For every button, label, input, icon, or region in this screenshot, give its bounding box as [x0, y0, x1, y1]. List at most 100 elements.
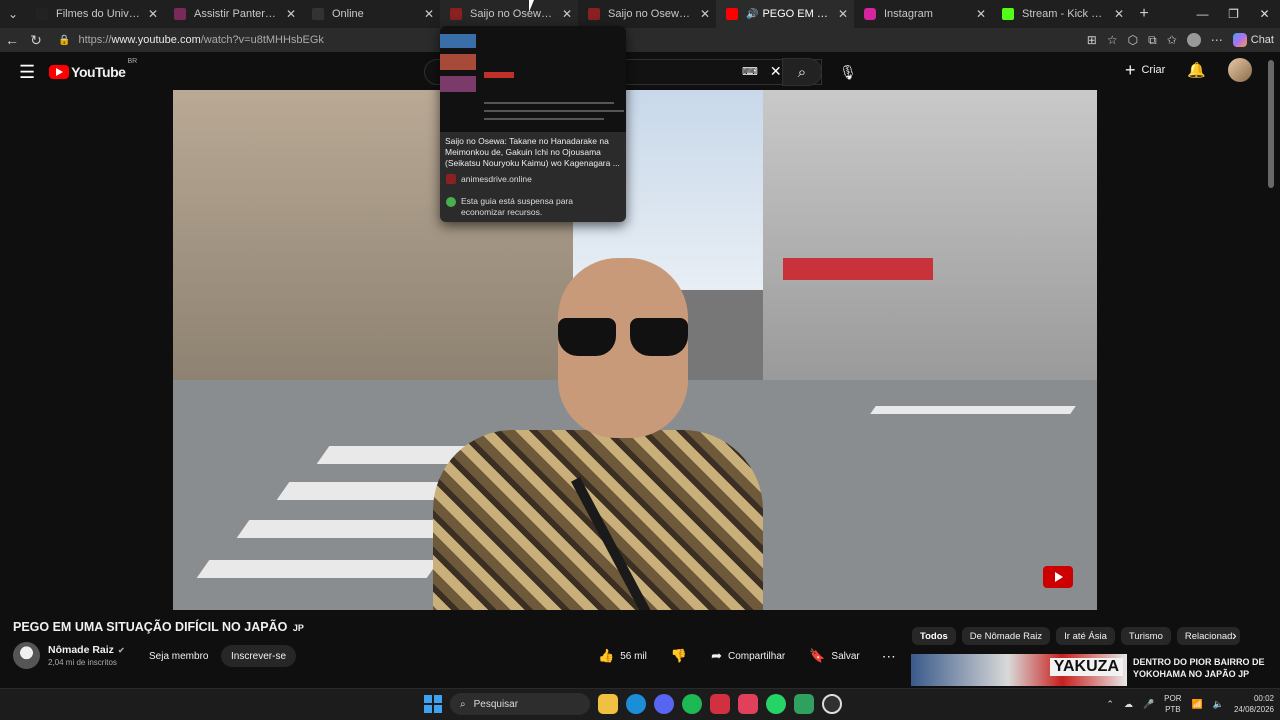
url-field[interactable]: 🔒 https://www.youtube.com/watch?v=u8tMHH…	[58, 34, 324, 46]
video-title: PEGO EM UMA SITUAÇÃO DIFÍCIL NO JAPÃO JP	[13, 620, 304, 634]
dislike-button[interactable]: 👎	[663, 645, 695, 667]
clock-time: 00:02	[1253, 694, 1274, 703]
split-screen-icon[interactable]: ⧉	[1148, 33, 1157, 48]
recommended-video[interactable]: YAKUZA DENTRO DO PIOR BAIRRO DE YOKOHAMA…	[911, 654, 1273, 686]
tab-favicon-icon	[450, 8, 462, 20]
browser-tab[interactable]: Saijo no Osewa: Takane no ✕	[578, 0, 716, 28]
tab-label: Saijo no Osewa: Takane no	[470, 8, 556, 20]
green-app-icon[interactable]	[794, 694, 814, 714]
channel-info: Nômade Raiz ✔ 2,04 mi de inscritos	[13, 642, 125, 669]
tab-close-icon[interactable]: ✕	[562, 7, 572, 21]
clock-date: 24/08/2026	[1233, 705, 1274, 714]
user-avatar[interactable]	[1228, 58, 1252, 82]
spotify-icon[interactable]	[682, 694, 702, 714]
back-arrow-icon[interactable]: ←	[0, 32, 24, 48]
tab-close-icon[interactable]: ✕	[976, 7, 986, 21]
close-window-icon[interactable]: ✕	[1249, 0, 1280, 28]
tab-close-icon[interactable]: ✕	[424, 7, 434, 21]
mic-icon[interactable]: 🎤	[1143, 699, 1154, 710]
favorite-star-icon[interactable]: ☆	[1107, 33, 1118, 47]
video-player[interactable]	[173, 90, 1097, 610]
taskbar-apps: ⌕ Pesquisar	[424, 693, 842, 715]
subscribe-button[interactable]: Inscrever-se	[221, 645, 297, 667]
browser-tab[interactable]: Instagram ✕	[854, 0, 992, 28]
wifi-icon[interactable]: 📶	[1192, 699, 1203, 710]
tray-chevron-up-icon[interactable]: ⌃	[1106, 699, 1114, 710]
channel-avatar[interactable]	[13, 642, 40, 669]
browser-tab[interactable]: Assistir Pantera Negra: Wakanda ✕	[164, 0, 302, 28]
join-button[interactable]: Seja membro	[139, 645, 218, 667]
notifications-bell-icon[interactable]: 🔔	[1187, 61, 1206, 79]
copilot-button[interactable]: Chat	[1232, 33, 1274, 47]
taskbar-clock[interactable]: 00:02 24/08/2026	[1234, 693, 1274, 715]
new-tab-plus-icon[interactable]: +	[1130, 5, 1158, 23]
browser-tab[interactable]: Filmes do Universo Marvel ✕	[26, 0, 164, 28]
pink-app-icon[interactable]	[738, 694, 758, 714]
browser-tab[interactable]: Online ✕	[302, 0, 440, 28]
minimize-icon[interactable]: —	[1187, 0, 1218, 28]
save-button[interactable]: 🔖 Salvar	[801, 645, 868, 667]
restore-icon[interactable]: ❐	[1218, 0, 1249, 28]
leaf-icon	[446, 197, 456, 207]
red-app-icon[interactable]	[710, 694, 730, 714]
subscriber-count: 2,04 mi de inscritos	[48, 658, 117, 667]
keyboard-icon[interactable]: ⌨	[742, 65, 758, 78]
profile-avatar[interactable]	[1186, 33, 1201, 47]
discord-icon[interactable]	[654, 694, 674, 714]
volume-icon[interactable]: 🔈	[1213, 699, 1224, 710]
chips-next-chevron-icon[interactable]: ›	[1232, 627, 1237, 643]
tab-close-icon[interactable]: ✕	[1114, 7, 1124, 21]
tab-preview-site: animesdrive.online	[446, 174, 532, 184]
file-explorer-icon[interactable]	[598, 694, 618, 714]
tab-hover-preview: Saijo no Osewa: Takane no Hanadarake na …	[440, 26, 626, 222]
network-icon[interactable]: ☁	[1124, 699, 1133, 710]
chip-all[interactable]: Todos	[912, 627, 956, 645]
obs-icon[interactable]	[822, 694, 842, 714]
preview-thumb-block	[440, 76, 476, 92]
create-button[interactable]: + Criar	[1125, 60, 1165, 81]
kick-favicon-icon	[1002, 8, 1014, 20]
video-title-text: PEGO EM UMA SITUAÇÃO DIFÍCIL NO JAPÃO	[13, 620, 288, 634]
clear-search-icon[interactable]: ✕	[770, 63, 782, 80]
tab-close-icon[interactable]: ✕	[700, 7, 710, 21]
speaker-icon[interactable]: 🔊	[746, 9, 758, 20]
like-button[interactable]: 👍 56 mil	[590, 645, 655, 667]
recommended-title[interactable]: DENTRO DO PIOR BAIRRO DE YOKOHAMA NO JAP…	[1133, 656, 1265, 686]
browser-tab[interactable]: Stream - Kick Dashboard ✕	[992, 0, 1130, 28]
extensions-icon[interactable]: ⬡	[1128, 33, 1138, 47]
browser-tab-hovered[interactable]: Saijo no Osewa: Takane no ✕	[440, 0, 578, 28]
tab-label: Filmes do Universo Marvel	[56, 8, 142, 20]
tab-close-icon[interactable]: ✕	[148, 7, 158, 21]
windows-start-icon[interactable]	[424, 695, 442, 713]
page-scrollbar[interactable]	[1268, 60, 1274, 188]
chip-asia[interactable]: Ir até Ásia	[1056, 627, 1115, 645]
tab-actions-chevron-icon[interactable]: ⌄	[0, 0, 26, 28]
reload-icon[interactable]: ↻	[24, 32, 48, 49]
share-button[interactable]: ➦ Compartilhar	[703, 645, 793, 667]
input-language[interactable]: POR PTB	[1164, 693, 1181, 715]
chip-related[interactable]: Relacionad	[1176, 627, 1241, 645]
site-info-icon[interactable]: 🔒	[58, 35, 70, 46]
chip-tourism[interactable]: Turismo	[1120, 627, 1171, 645]
search-button[interactable]: ⌕	[782, 58, 822, 86]
app-install-icon[interactable]: ⊞	[1087, 33, 1097, 47]
url-path: /watch?v=u8tMHHsbEGk	[200, 34, 324, 46]
taskbar-search[interactable]: ⌕ Pesquisar	[450, 693, 590, 715]
tab-preview-title: Saijo no Osewa: Takane no Hanadarake na …	[445, 136, 620, 168]
recommended-thumbnail[interactable]: YAKUZA	[911, 654, 1127, 686]
tab-close-icon[interactable]: ✕	[838, 7, 848, 21]
edge-icon[interactable]	[626, 694, 646, 714]
plus-icon: +	[1124, 59, 1136, 80]
channel-name[interactable]: Nômade Raiz	[48, 644, 114, 656]
favorites-icon[interactable]: ✩	[1167, 33, 1177, 47]
more-menu-icon[interactable]: ⋯	[1211, 33, 1223, 47]
voice-search-mic-icon[interactable]: 🎙	[836, 60, 860, 84]
more-actions-icon[interactable]: ⋯	[882, 648, 896, 665]
browser-tab-active[interactable]: 🔊 PEGO EM UMA SITUAÇÃO ✕	[716, 0, 854, 28]
whatsapp-icon[interactable]	[766, 694, 786, 714]
tab-close-icon[interactable]: ✕	[286, 7, 296, 21]
chip-channel[interactable]: De Nômade Raiz	[961, 627, 1051, 645]
channel-watermark-icon[interactable]	[1043, 566, 1073, 588]
guide-menu-icon[interactable]: ☰	[19, 62, 35, 83]
youtube-logo[interactable]: YouTube BR	[49, 58, 137, 80]
